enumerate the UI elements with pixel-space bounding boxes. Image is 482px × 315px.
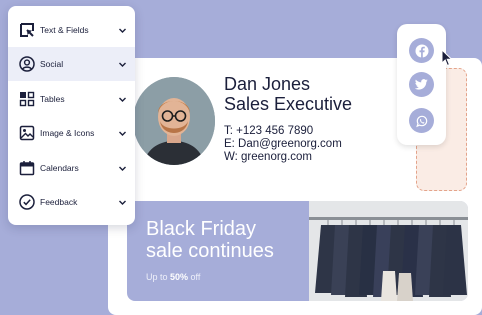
clothing-rack-image [309, 201, 468, 301]
menu-label-social: Social [40, 59, 64, 69]
twitter-icon[interactable] [409, 72, 434, 97]
banner-title-line2: sale continues [146, 240, 274, 262]
menu-label-text-fields: Text & Fields [40, 25, 89, 35]
signature-phone: T: +123 456 7890 [224, 125, 314, 137]
banner-title-line1: Black Friday [146, 218, 257, 240]
whatsapp-icon[interactable] [409, 108, 434, 133]
chevron-down-icon [119, 28, 126, 33]
chevron-down-icon [119, 62, 126, 67]
menu-label-feedback: Feedback [40, 197, 78, 207]
menu-item-text-fields[interactable]: Text & Fields [8, 13, 135, 47]
menu-item-image-icons[interactable]: Image & Icons [8, 116, 135, 150]
menu-label-image-icons: Image & Icons [40, 128, 95, 138]
chevron-down-icon [119, 166, 126, 171]
menu-label-tables: Tables [40, 94, 65, 104]
chevron-down-icon [119, 131, 126, 136]
chevron-down-icon [119, 200, 126, 205]
chevron-down-icon [119, 97, 126, 102]
user-circle-icon [19, 56, 35, 72]
facebook-icon[interactable] [409, 38, 434, 63]
menu-label-calendars: Calendars [40, 163, 79, 173]
signature-website: W: greenorg.com [224, 151, 312, 163]
table-grid-icon [19, 91, 35, 107]
signature-title: Sales Executive [224, 94, 353, 114]
mouse-cursor-icon [441, 49, 453, 67]
image-icon [19, 125, 35, 141]
profile-photo [133, 77, 215, 165]
menu-item-social[interactable]: Social [8, 47, 135, 81]
menu-item-calendars[interactable]: Calendars [8, 151, 135, 185]
signature-email: E: Dan@greenorg.com [224, 138, 342, 150]
calendar-icon [19, 161, 35, 176]
banner-subtitle: Up to 50% off [146, 272, 201, 282]
menu-item-tables[interactable]: Tables [8, 82, 135, 116]
text-fields-icon [20, 23, 34, 37]
menu-item-feedback[interactable]: Feedback [8, 185, 135, 219]
signature-name: Dan Jones [224, 74, 311, 94]
check-circle-icon [19, 194, 35, 210]
